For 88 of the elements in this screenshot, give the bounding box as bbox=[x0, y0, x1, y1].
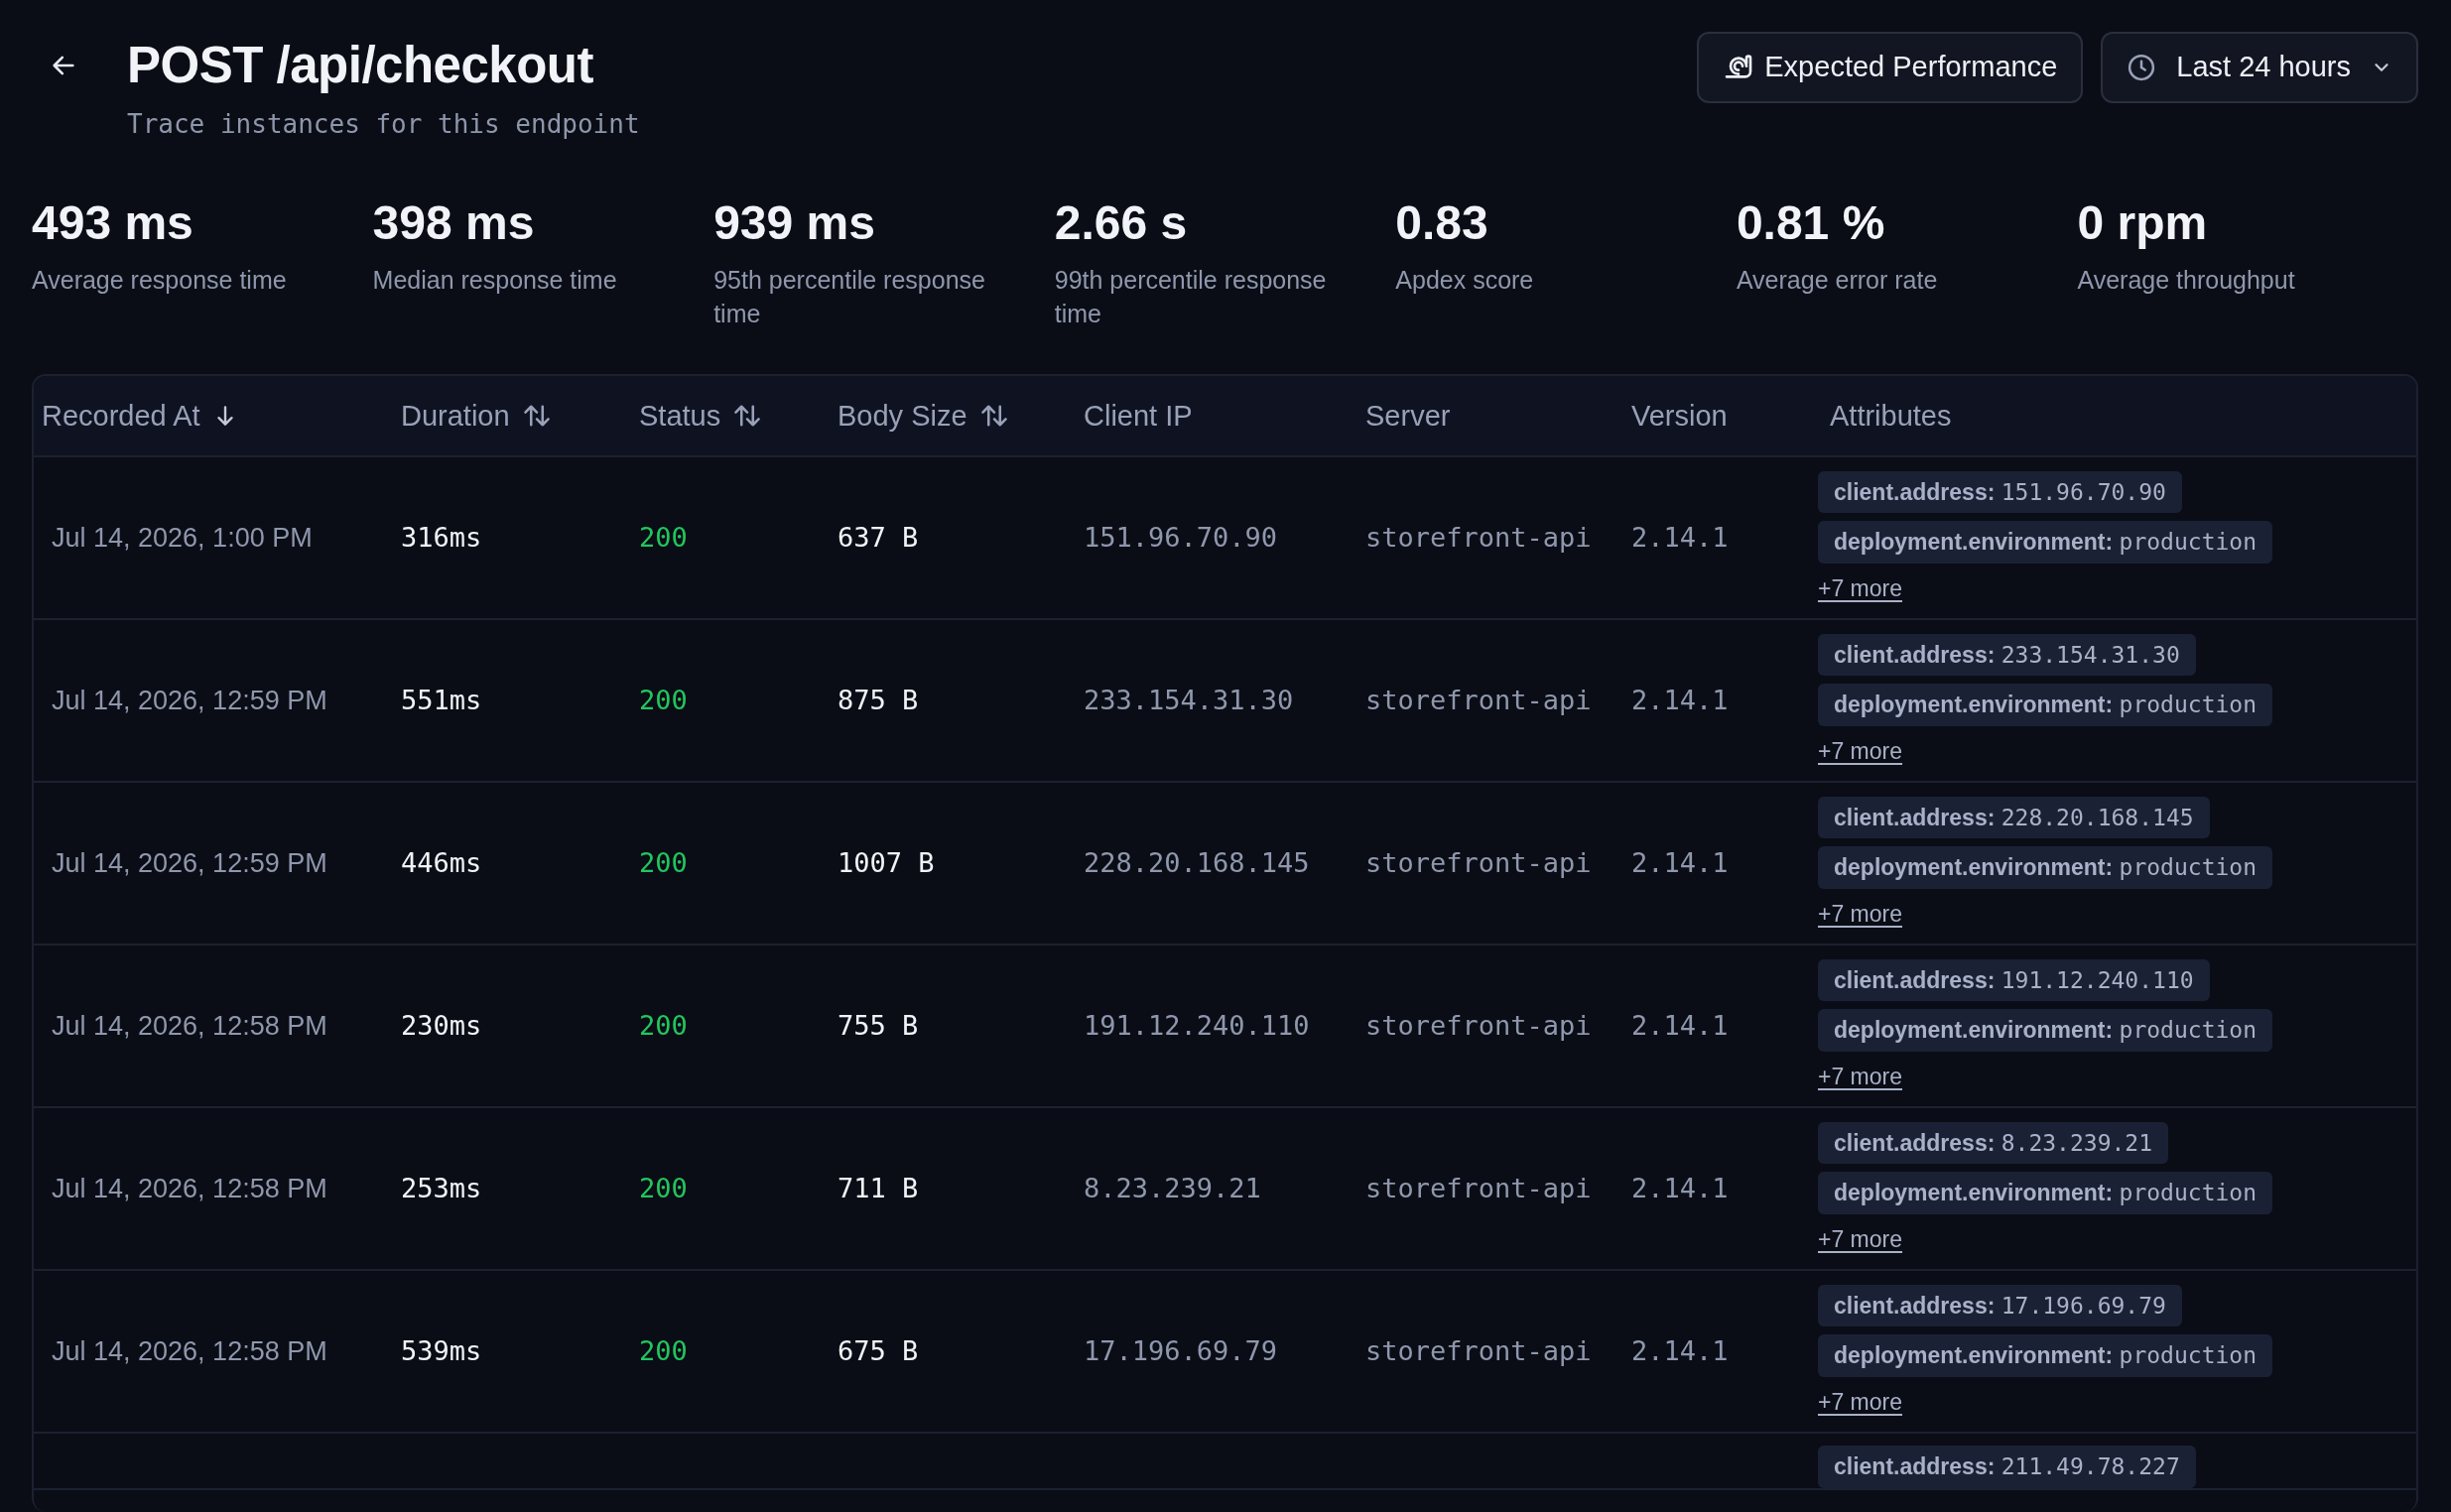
status-cell: 200 bbox=[639, 522, 688, 554]
body-size-cell: 875 B bbox=[838, 685, 919, 716]
time-range-dropdown[interactable]: Last 24 hours bbox=[2101, 32, 2418, 103]
body-size-cell: 637 B bbox=[838, 522, 919, 554]
attribute-tag: client.address: 211.49.78.227 bbox=[1818, 1446, 2196, 1488]
attribute-tag: deployment.environment: production bbox=[1818, 1334, 2273, 1377]
column-header: Server bbox=[1365, 398, 1451, 434]
attribute-tag: client.address: 228.20.168.145 bbox=[1818, 796, 2210, 839]
version-cell: 2.14.1 bbox=[1631, 1335, 1729, 1367]
column-header: Status bbox=[639, 398, 721, 434]
duration-cell: 253ms bbox=[401, 1173, 482, 1204]
status-cell: 200 bbox=[639, 1173, 688, 1204]
timestamp-cell: Jul 14, 2026, 12:59 PM bbox=[52, 848, 327, 879]
stat-label: Average error rate bbox=[1736, 264, 1939, 296]
attribute-tag: client.address: 17.196.69.79 bbox=[1818, 1284, 2182, 1327]
more-attributes-link[interactable]: +7 more bbox=[1818, 570, 1902, 606]
column-header: Recorded At bbox=[42, 398, 200, 434]
page-subtitle: Trace instances for this endpoint bbox=[127, 108, 640, 142]
stat-value: 2.66 s bbox=[1054, 197, 1189, 250]
column-header: Duration bbox=[401, 398, 510, 434]
client-ip-cell: 8.23.239.21 bbox=[1084, 1173, 1261, 1204]
version-cell: 2.14.1 bbox=[1631, 1173, 1729, 1204]
timestamp-cell: Jul 14, 2026, 1:00 PM bbox=[52, 523, 313, 554]
attribute-tag: client.address: 151.96.70.90 bbox=[1818, 470, 2182, 514]
status-cell: 200 bbox=[639, 1335, 688, 1367]
status-cell: 200 bbox=[639, 1010, 688, 1042]
server-cell: storefront-api bbox=[1365, 847, 1592, 879]
body-size-cell: 711 B bbox=[838, 1173, 919, 1204]
page-title: POST /api/checkout bbox=[127, 38, 594, 94]
timestamp-cell: Jul 14, 2026, 12:58 PM bbox=[52, 1174, 327, 1204]
attribute-tag: deployment.environment: production bbox=[1818, 521, 2273, 564]
column-header: Client IP bbox=[1084, 398, 1193, 434]
version-cell: 2.14.1 bbox=[1631, 847, 1729, 879]
version-cell: 2.14.1 bbox=[1631, 685, 1729, 716]
expected-performance-button[interactable]: Expected Performance bbox=[1697, 32, 2084, 103]
stat-value: 0.83 bbox=[1395, 197, 1489, 250]
timestamp-cell: Jul 14, 2026, 12:58 PM bbox=[52, 1011, 327, 1042]
stat-label: 99th percentile response time bbox=[1054, 264, 1328, 329]
more-attributes-link[interactable]: +7 more bbox=[1818, 1221, 1902, 1257]
stat-value: 939 ms bbox=[713, 197, 876, 250]
version-cell: 2.14.1 bbox=[1631, 522, 1729, 554]
attribute-tag: deployment.environment: production bbox=[1818, 1009, 2273, 1052]
client-ip-cell: 228.20.168.145 bbox=[1084, 847, 1310, 879]
attribute-tag: client.address: 233.154.31.30 bbox=[1818, 633, 2196, 677]
column-header: Version bbox=[1631, 398, 1728, 434]
version-cell: 2.14.1 bbox=[1631, 1010, 1729, 1042]
duration-cell: 539ms bbox=[401, 1335, 482, 1367]
clock-icon bbox=[2127, 53, 2157, 82]
more-attributes-link[interactable]: +7 more bbox=[1818, 733, 1902, 769]
more-attributes-link[interactable]: +7 more bbox=[1818, 1059, 1902, 1094]
stat-value: 398 ms bbox=[372, 197, 536, 250]
server-cell: storefront-api bbox=[1365, 1010, 1592, 1042]
timestamp-cell: Jul 14, 2026, 12:58 PM bbox=[52, 1336, 327, 1367]
stat-value: 493 ms bbox=[32, 197, 194, 250]
timestamp-cell: Jul 14, 2026, 12:59 PM bbox=[52, 686, 327, 716]
attribute-tag: client.address: 191.12.240.110 bbox=[1818, 958, 2210, 1002]
stat-label: 95th percentile response time bbox=[713, 264, 986, 329]
duration-cell: 230ms bbox=[401, 1010, 482, 1042]
duration-cell: 551ms bbox=[401, 685, 482, 716]
body-size-cell: 675 B bbox=[838, 1335, 919, 1367]
more-attributes-link[interactable]: +7 more bbox=[1818, 1384, 1902, 1420]
stat-value: 0 rpm bbox=[2077, 197, 2209, 250]
client-ip-cell: 151.96.70.90 bbox=[1084, 522, 1278, 554]
attribute-tag: deployment.environment: production bbox=[1818, 846, 2273, 889]
server-cell: storefront-api bbox=[1365, 522, 1592, 554]
body-size-cell: 1007 B bbox=[838, 847, 935, 879]
client-ip-cell: 191.12.240.110 bbox=[1084, 1010, 1310, 1042]
stat-value: 0.81 % bbox=[1736, 197, 1886, 250]
client-ip-cell: 233.154.31.30 bbox=[1084, 685, 1294, 716]
stat-label: Average throughput bbox=[2077, 264, 2296, 296]
column-header: Body Size bbox=[838, 398, 968, 434]
more-attributes-link[interactable]: +7 more bbox=[1818, 896, 1902, 932]
column-header: Attributes bbox=[1830, 398, 1952, 434]
status-cell: 200 bbox=[639, 847, 688, 879]
duration-cell: 316ms bbox=[401, 522, 482, 554]
attribute-tag: client.address: 8.23.239.21 bbox=[1818, 1121, 2169, 1165]
stat-label: Average response time bbox=[32, 264, 288, 296]
stat-label: Apdex score bbox=[1395, 264, 1535, 296]
client-ip-cell: 17.196.69.79 bbox=[1084, 1335, 1278, 1367]
duration-cell: 446ms bbox=[401, 847, 482, 879]
server-cell: storefront-api bbox=[1365, 1173, 1592, 1204]
attribute-tag: deployment.environment: production bbox=[1818, 684, 2273, 726]
server-cell: storefront-api bbox=[1365, 685, 1592, 716]
body-size-cell: 755 B bbox=[838, 1010, 919, 1042]
stat-label: Median response time bbox=[372, 264, 618, 296]
status-cell: 200 bbox=[639, 685, 688, 716]
server-cell: storefront-api bbox=[1365, 1335, 1592, 1367]
attribute-tag: deployment.environment: production bbox=[1818, 1172, 2273, 1214]
